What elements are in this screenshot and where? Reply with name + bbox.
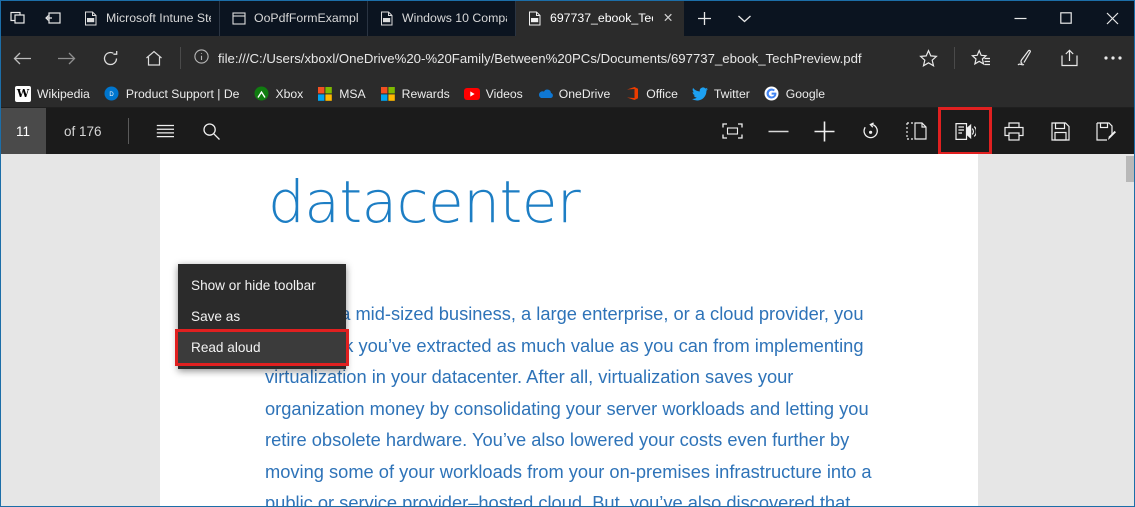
favorites-bar: W Wikipedia D Product Support | De Xbox …	[0, 80, 1135, 108]
page-title: datacenter	[268, 168, 581, 236]
svg-text:D: D	[110, 92, 115, 98]
minimize-button[interactable]	[997, 0, 1043, 36]
save-as-pen-icon[interactable]	[1083, 108, 1129, 154]
close-tab-icon[interactable]: ✕	[660, 11, 676, 25]
onedrive-icon	[537, 86, 553, 102]
navigation-bar: file:///C:/Users/xboxl/OneDrive%20-%20Fa…	[0, 36, 1135, 80]
favorite-label: MSA	[339, 86, 366, 101]
share-icon[interactable]	[1047, 36, 1091, 80]
pdf-viewer[interactable]: datacenter you’re at a mid-sized busines…	[0, 154, 1135, 507]
favorite-item-google[interactable]: Google	[757, 82, 832, 106]
page-count-label: of 176	[64, 123, 102, 139]
menu-item-show-hide-toolbar[interactable]: Show or hide toolbar	[178, 270, 346, 301]
favorite-item-msa[interactable]: MSA	[310, 82, 372, 106]
microsoft-icon	[317, 86, 333, 102]
address-bar-url: file:///C:/Users/xboxl/OneDrive%20-%20Fa…	[218, 50, 862, 66]
favorite-item-onedrive[interactable]: OneDrive	[530, 82, 617, 106]
zoom-in-button[interactable]	[801, 108, 847, 154]
rotate-icon[interactable]	[847, 108, 893, 154]
favorite-label: OneDrive	[558, 86, 611, 101]
page-layout-icon[interactable]	[893, 108, 939, 154]
home-icon[interactable]	[132, 36, 176, 80]
menu-item-read-aloud[interactable]: Read aloud	[175, 329, 349, 366]
divider	[127, 118, 129, 144]
favorite-label: Google	[785, 86, 826, 101]
favorite-label: Product Support | De	[125, 86, 240, 101]
pdf-context-menu: Show or hide toolbar Save as Read aloud	[175, 264, 349, 369]
favorite-label: Xbox	[275, 86, 304, 101]
favorite-star-icon[interactable]	[906, 36, 950, 80]
favorites-hub-icon[interactable]	[959, 36, 1003, 80]
printer-icon[interactable]	[991, 108, 1037, 154]
fit-page-icon[interactable]	[709, 108, 755, 154]
close-window-button[interactable]	[1089, 0, 1135, 36]
menu-item-save-as[interactable]: Save as	[178, 301, 346, 332]
google-icon	[764, 86, 780, 102]
zoom-out-button[interactable]	[755, 108, 801, 154]
page-body-text: you’re at a mid-sized business, a large …	[265, 303, 872, 507]
divider	[954, 47, 955, 69]
forward-arrow-icon[interactable]	[44, 36, 88, 80]
scrollbar-thumb[interactable]	[1126, 156, 1134, 182]
set-tabs-aside-icon[interactable]	[36, 0, 72, 36]
favorite-label: Twitter	[713, 86, 750, 101]
menu-item-label: Save as	[191, 309, 241, 324]
favorite-item-office[interactable]: Office	[617, 82, 685, 106]
favorite-item-videos[interactable]: Videos	[457, 82, 530, 106]
office-icon	[624, 86, 640, 102]
pdf-file-icon	[527, 10, 543, 26]
youtube-icon	[463, 86, 480, 102]
back-arrow-icon[interactable]	[0, 36, 44, 80]
wikipedia-icon: W	[15, 85, 31, 102]
maximize-button[interactable]	[1043, 0, 1089, 36]
window-icon	[231, 10, 247, 26]
edge-browser-window: Microsoft Intune Step By Ste OoPdfFormEx…	[0, 0, 1135, 507]
list-icon[interactable]	[143, 108, 189, 154]
tab-preview-icon[interactable]	[0, 0, 36, 36]
browser-tab-active[interactable]: 697737_ebook_TechPre ✕	[516, 0, 684, 36]
menu-item-label: Show or hide toolbar	[191, 278, 316, 293]
more-settings-icon[interactable]	[1091, 36, 1135, 80]
microsoft-icon	[380, 86, 396, 102]
page-number-input[interactable]: 11	[0, 108, 46, 154]
menu-item-label: Read aloud	[191, 340, 261, 355]
favorite-item-twitter[interactable]: Twitter	[685, 82, 757, 106]
favorite-item-dell[interactable]: D Product Support | De	[97, 82, 247, 106]
chevron-down-icon[interactable]	[724, 0, 764, 36]
favorite-item-wikipedia[interactable]: W Wikipedia	[8, 82, 97, 106]
divider	[180, 47, 181, 69]
pdf-file-icon	[83, 10, 99, 26]
window-controls	[997, 0, 1135, 36]
new-tab-button[interactable]	[684, 0, 724, 36]
tab-strip: Microsoft Intune Step By Ste OoPdfFormEx…	[0, 0, 1135, 36]
xbox-icon	[253, 86, 269, 102]
info-icon[interactable]	[194, 49, 209, 67]
refresh-icon[interactable]	[88, 36, 132, 80]
search-icon[interactable]	[189, 108, 235, 154]
tab-title: OoPdfFormExample.pdf	[254, 11, 359, 25]
read-aloud-button[interactable]	[938, 107, 992, 155]
favorite-item-xbox[interactable]: Xbox	[246, 82, 310, 106]
browser-tab[interactable]: Windows 10 Compare Editi	[368, 0, 516, 36]
favorite-label: Videos	[485, 86, 523, 101]
tab-title: Windows 10 Compare Editi	[402, 11, 507, 25]
tab-title: 697737_ebook_TechPre	[550, 11, 653, 25]
nav-right-tools	[906, 36, 1135, 80]
favorite-label: Office	[646, 86, 678, 101]
favorite-label: Wikipedia	[37, 86, 90, 101]
favorite-label: Rewards	[401, 86, 450, 101]
floppy-save-icon[interactable]	[1037, 108, 1083, 154]
vertical-scrollbar[interactable]	[1124, 154, 1135, 507]
tab-title: Microsoft Intune Step By Ste	[106, 11, 211, 25]
pdf-toolbar: 11 of 176	[0, 107, 1135, 155]
web-notes-icon[interactable]	[1003, 36, 1047, 80]
favorite-item-rewards[interactable]: Rewards	[373, 82, 457, 106]
browser-tab[interactable]: Microsoft Intune Step By Ste	[72, 0, 220, 36]
twitter-icon	[691, 86, 708, 102]
dell-icon: D	[104, 86, 120, 102]
browser-tab[interactable]: OoPdfFormExample.pdf	[220, 0, 368, 36]
pdf-file-icon	[379, 10, 395, 26]
address-bar[interactable]: file:///C:/Users/xboxl/OneDrive%20-%20Fa…	[185, 43, 906, 73]
